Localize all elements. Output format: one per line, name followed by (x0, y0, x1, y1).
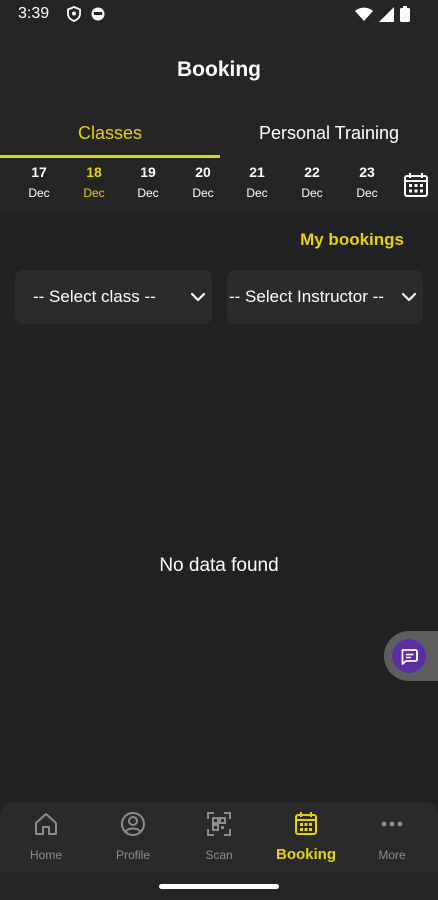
status-time: 3:39 (18, 5, 50, 22)
date-month: Dec (137, 186, 159, 200)
chat-bubble-icon (401, 649, 418, 665)
nav-item-booking[interactable]: Booking (262, 810, 350, 863)
date-month: Dec (83, 186, 105, 200)
date-item-selected[interactable]: 18 Dec (74, 162, 114, 204)
cellular-signal-icon (379, 6, 394, 22)
home-gesture-handle[interactable] (159, 884, 279, 889)
nav-item-home[interactable]: Home (2, 810, 90, 862)
nav-item-scan[interactable]: Scan (175, 810, 263, 862)
nav-item-more[interactable]: More (348, 810, 436, 862)
date-day: 20 (195, 164, 211, 180)
status-notification-icons (66, 6, 106, 22)
tab-personal-training[interactable]: Personal Training (220, 110, 438, 158)
date-day: 17 (31, 164, 47, 180)
nav-item-profile[interactable]: Profile (89, 810, 177, 862)
empty-state-message: No data found (159, 555, 279, 576)
chevron-down-icon (401, 292, 417, 302)
date-month: Dec (246, 186, 268, 200)
chat-button[interactable] (384, 631, 438, 681)
profile-icon (121, 812, 145, 836)
status-system-icons (355, 6, 410, 22)
calendar-picker-icon[interactable] (401, 170, 431, 200)
system-gesture-bar (0, 872, 438, 900)
instructor-select[interactable]: -- Select Instructor -- (227, 270, 423, 324)
date-day: 18 (86, 164, 102, 180)
date-month: Dec (28, 186, 50, 200)
class-select-value: -- Select class -- (33, 287, 156, 306)
date-item[interactable]: 22 Dec (292, 162, 332, 204)
date-day: 19 (140, 164, 156, 180)
app-notification-icon (91, 7, 105, 21)
battery-icon (400, 6, 410, 22)
class-select[interactable]: -- Select class -- (15, 270, 212, 324)
date-month: Dec (192, 186, 214, 200)
bottom-navigation: Home Profile Scan Booking More (0, 802, 438, 872)
my-bookings-link[interactable]: My bookings (300, 230, 404, 250)
page-title: Booking (177, 58, 261, 81)
more-dots-icon (381, 821, 403, 827)
instructor-select-value: -- Select Instructor -- (229, 287, 384, 306)
tab-classes[interactable]: Classes (0, 110, 220, 158)
nav-label: Scan (205, 848, 233, 862)
date-item[interactable]: 17 Dec (19, 162, 59, 204)
date-day: 22 (304, 164, 320, 180)
date-item[interactable]: 23 Dec (347, 162, 387, 204)
date-item[interactable]: 19 Dec (128, 162, 168, 204)
nav-label: Profile (115, 848, 150, 862)
home-icon (35, 813, 57, 835)
app-bar: Booking (0, 30, 438, 110)
status-bar: 3:39 (0, 0, 438, 30)
nav-label: More (378, 848, 406, 862)
nav-label: Booking (276, 846, 336, 863)
qr-scan-icon (207, 812, 231, 836)
wifi-icon (355, 7, 373, 21)
chat-button-circle (392, 639, 426, 673)
date-strip: 17 Dec 18 Dec 19 Dec 20 Dec 21 Dec 22 De… (0, 158, 438, 212)
date-item[interactable]: 21 Dec (237, 162, 277, 204)
shield-icon (67, 6, 81, 22)
chevron-down-icon (190, 292, 206, 302)
booking-tabs: Classes Personal Training (0, 110, 438, 158)
date-day: 23 (359, 164, 375, 180)
nav-label: Home (29, 848, 62, 862)
date-item[interactable]: 20 Dec (183, 162, 223, 204)
calendar-icon (295, 812, 317, 835)
date-month: Dec (356, 186, 378, 200)
date-month: Dec (301, 186, 323, 200)
date-day: 21 (249, 164, 265, 180)
